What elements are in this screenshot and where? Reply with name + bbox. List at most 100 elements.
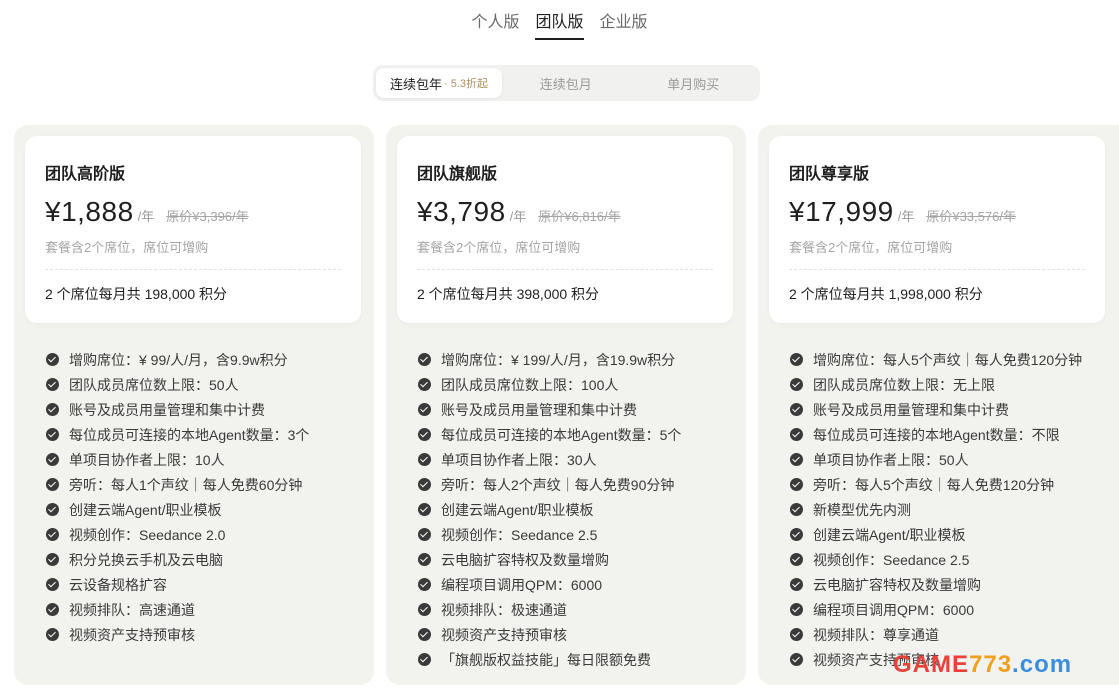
check-circle-icon [418,503,431,516]
original-price: 原价¥6,816/年 [538,209,621,224]
check-circle-icon [418,653,431,666]
feature-item: 单项目协作者上限：50人 [790,447,1109,472]
plan-name: 团队尊享版 [789,166,870,183]
feature-item: 单项目协作者上限：10人 [46,447,364,472]
tab-personal[interactable]: 个人版 [471,6,519,40]
feature-item: 创建云端Agent/职业模板 [46,497,364,522]
check-circle-icon [790,603,803,616]
check-circle-icon [790,528,803,541]
billing-option-label: 连续包年 [389,76,442,92]
feature-item: 视频创作：Seedance 2.0 [46,522,364,547]
feature-item: 团队成员席位数上限：50人 [46,372,364,397]
tab-team[interactable]: 团队版 [535,6,584,40]
feature-item: 旁听：每人5个声纹｜每人免费120分钟 [790,472,1109,497]
plan-card[interactable]: 团队高阶版 ¥1,888 /年 原价¥3,396/年 套餐含2个席位，席位可增购… [25,136,361,323]
edition-tabs: 个人版 团队版 企业版 [0,6,1119,40]
feature-item: 团队成员席位数上限：无上限 [790,372,1109,397]
feature-text: 视频创作：Seedance 2.0 [69,526,226,543]
plan-price: ¥3,798 [417,196,506,227]
feature-item: 视频排队：高速通道 [46,597,364,622]
price-row: ¥1,888 /年 原价¥3,396/年 [45,196,249,228]
feature-item: 团队成员席位数上限：100人 [418,372,736,397]
feature-list: 增购席位：每人5个声纹｜每人免费120分钟 团队成员席位数上限：无上限 账号及成员用… [790,347,1109,672]
seats-note: 套餐含2个席位，席位可增购 [45,240,209,255]
feature-text: 创建云端Agent/职业模板 [69,501,222,518]
feature-item: 视频排队：尊享通道 [790,622,1109,647]
feature-item: 每位成员可连接的本地Agent数量：不限 [790,422,1109,447]
check-circle-icon [790,378,803,391]
divider [789,269,1085,270]
check-circle-icon [418,428,431,441]
check-circle-icon [46,503,59,516]
check-circle-icon [46,428,59,441]
feature-item: 旁听：每人2个声纹｜每人免费90分钟 [418,472,736,497]
check-circle-icon [790,553,803,566]
plan-card[interactable]: 团队旗舰版 ¥3,798 /年 原价¥6,816/年 套餐含2个席位，席位可增购… [397,136,733,323]
feature-text: 账号及成员用量管理和集中计费 [441,401,637,418]
feature-item: 创建云端Agent/职业模板 [418,497,736,522]
feature-item: 「旗舰版权益技能」每日限额免费 [418,647,736,672]
feature-item: 编程项目调用QPM：6000 [418,572,736,597]
feature-item: 视频创作：Seedance 2.5 [790,547,1109,572]
billing-option-monthly-auto[interactable]: 连续包月 [502,68,630,98]
plan-column-premium: 团队尊享版 ¥17,999 /年 原价¥33,576/年 套餐含2个席位，席位可… [758,125,1119,685]
feature-text: 团队成员席位数上限：50人 [69,376,239,393]
feature-item: 单项目协作者上限：30人 [418,447,736,472]
check-circle-icon [46,478,59,491]
billing-option-yearly-auto[interactable]: 连续包年 · 5.3折起 [376,68,502,98]
feature-text: 视频排队：高速通道 [69,601,195,618]
feature-text: 团队成员席位数上限：无上限 [813,376,995,393]
feature-text: 每位成员可连接的本地Agent数量：3个 [69,426,310,443]
plan-name: 团队高阶版 [45,166,126,183]
feature-list: 增购席位：¥ 199/人/月，含19.9w积分 团队成员席位数上限：100人账号及… [418,347,736,672]
check-circle-icon [418,578,431,591]
feature-text: 云电脑扩容特权及数量增购 [813,576,981,593]
check-circle-icon [46,453,59,466]
feature-text: 单项目协作者上限：50人 [813,451,969,468]
feature-item: 视频创作：Seedance 2.5 [418,522,736,547]
feature-text: 积分兑换云手机及云电脑 [69,551,223,568]
feature-text: 增购席位：¥ 199/人/月，含19.9w积分 [441,351,676,368]
check-circle-icon [46,353,59,366]
feature-item: 新模型优先内测 [790,497,1109,522]
billing-cycle-switch: 连续包年 · 5.3折起 连续包月 单月购买 [373,65,760,101]
check-circle-icon [418,403,431,416]
plan-column-flagship: 团队旗舰版 ¥3,798 /年 原价¥6,816/年 套餐含2个席位，席位可增购… [386,125,746,685]
feature-item: 每位成员可连接的本地Agent数量：3个 [46,422,364,447]
check-circle-icon [790,503,803,516]
plan-card[interactable]: 团队尊享版 ¥17,999 /年 原价¥33,576/年 套餐含2个席位，席位可… [769,136,1105,323]
plan-name: 团队旗舰版 [417,166,498,183]
seats-note: 套餐含2个席位，席位可增购 [417,240,581,255]
discount-badge: · 5.3折起 [444,78,489,90]
check-circle-icon [790,653,803,666]
feature-item: 云电脑扩容特权及数量增购 [790,572,1109,597]
feature-text: 创建云端Agent/职业模板 [813,526,966,543]
feature-text: 团队成员席位数上限：100人 [441,376,619,393]
feature-text: 云电脑扩容特权及数量增购 [441,551,609,568]
feature-text: 视频排队：尊享通道 [813,626,939,643]
check-circle-icon [46,403,59,416]
feature-text: 创建云端Agent/职业模板 [441,501,594,518]
tab-enterprise[interactable]: 企业版 [600,6,648,40]
feature-item: 云设备规格扩容 [46,572,364,597]
feature-item: 视频资产支持预审核 [46,622,364,647]
price-period: /年 [137,209,155,224]
feature-text: 旁听：每人5个声纹｜每人免费120分钟 [813,476,1055,493]
feature-item: 增购席位：¥ 199/人/月，含19.9w积分 [418,347,736,372]
feature-text: 每位成员可连接的本地Agent数量：不限 [813,426,1060,443]
check-circle-icon [46,553,59,566]
divider [417,269,713,270]
feature-item: 创建云端Agent/职业模板 [790,522,1109,547]
check-circle-icon [790,353,803,366]
billing-option-single-month[interactable]: 单月购买 [630,68,758,98]
credits-info: 2 个席位每月共 1,998,000 积分 [789,286,983,302]
check-circle-icon [418,478,431,491]
feature-item: 编程项目调用QPM：6000 [790,597,1109,622]
check-circle-icon [46,628,59,641]
feature-item: 每位成员可连接的本地Agent数量：5个 [418,422,736,447]
watermark-logo: GAME773.com [893,651,1073,678]
plan-price: ¥1,888 [45,196,134,227]
feature-item: 旁听：每人1个声纹｜每人免费60分钟 [46,472,364,497]
check-circle-icon [790,478,803,491]
feature-text: 视频排队：极速通道 [441,601,567,618]
